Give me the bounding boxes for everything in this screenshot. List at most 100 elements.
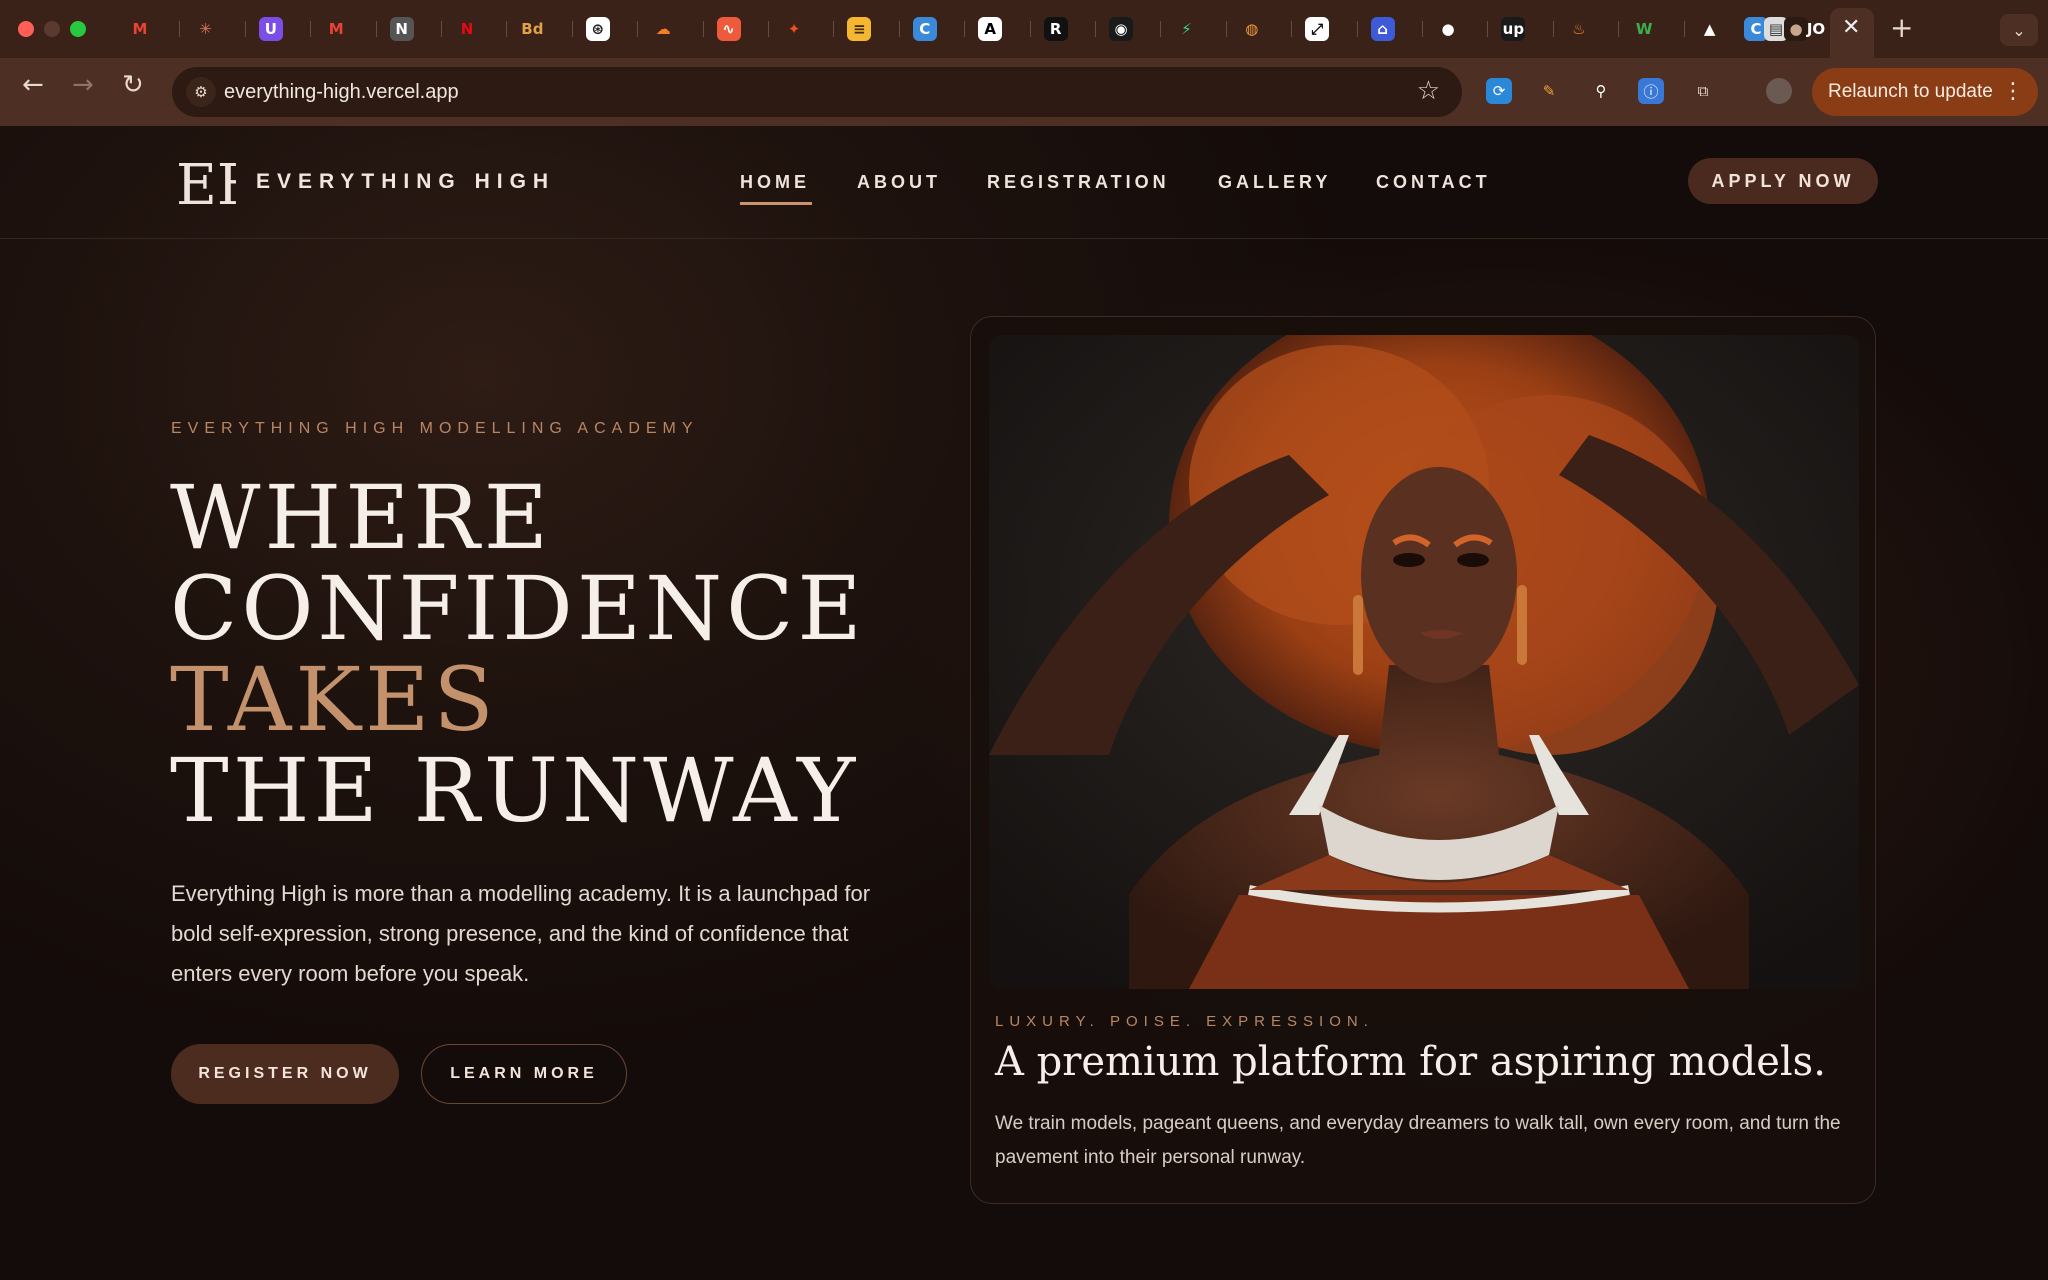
tab-separator — [1160, 21, 1162, 37]
reload-icon[interactable]: ↻ — [122, 72, 144, 98]
headline-line-4: THE RUNWAY — [170, 739, 860, 842]
nav-registration[interactable]: REGISTRATION — [987, 172, 1170, 193]
more-menu-icon[interactable]: ⋮ — [2002, 68, 2024, 116]
relaunch-label: Relaunch to update — [1828, 81, 1993, 102]
gmail-icon[interactable]: M — [324, 17, 348, 41]
globe-icon[interactable]: ◍ — [1240, 17, 1264, 41]
tab-separator — [571, 21, 573, 37]
tab-separator — [1487, 21, 1489, 37]
tab-separator — [1683, 21, 1685, 37]
puzzle-extension-icon[interactable]: ⧉ — [1690, 78, 1716, 104]
nav-contact[interactable]: CONTACT — [1376, 172, 1491, 193]
figma-icon[interactable]: ✦ — [782, 17, 806, 41]
cloudflare-icon[interactable]: ☁ — [651, 17, 675, 41]
tab-separator — [1422, 21, 1423, 37]
analytics-icon[interactable]: ∿ — [716, 17, 741, 41]
info-extension-icon[interactable]: ⓘ — [1638, 78, 1664, 104]
tab-separator — [702, 21, 704, 37]
notion-icon[interactable]: N — [389, 17, 414, 41]
back-arrow-icon[interactable]: ← — [22, 72, 44, 98]
jo-icon[interactable]: JO — [1804, 17, 1828, 41]
translate-extension-icon[interactable]: ⟳ — [1486, 78, 1512, 104]
model-photo — [989, 335, 1859, 989]
nav-active-underline — [740, 202, 812, 205]
pencil-extension-icon[interactable]: ✎ — [1536, 78, 1562, 104]
proton-icon[interactable]: U — [258, 17, 283, 41]
card-description: We train models, pageant queens, and eve… — [995, 1113, 1841, 1168]
new-tab-button[interactable]: + — [1890, 11, 1913, 44]
eyedropper-extension-icon[interactable]: ⚲ — [1588, 78, 1614, 104]
address-bar[interactable]: ⚙ everything-high.vercel.app ☆ — [172, 67, 1462, 117]
tab-separator — [1225, 21, 1227, 37]
tab-separator — [1552, 21, 1554, 37]
model-portrait-illustration — [989, 335, 1859, 989]
learn-more-button[interactable]: LEARN MORE — [421, 1044, 627, 1104]
forward-arrow-icon[interactable]: → — [72, 72, 94, 98]
tab-separator — [637, 21, 639, 37]
site-header: EH EVERYTHING HIGH HOME ABOUT REGISTRATI… — [0, 126, 2048, 239]
headline-accent-line: TAKES — [170, 648, 498, 751]
tab-separator — [179, 21, 181, 37]
tab-separator — [1356, 21, 1358, 37]
bank-icon[interactable]: ⌂ — [1370, 17, 1395, 41]
url-text[interactable]: everything-high.vercel.app — [224, 81, 459, 104]
zapier-icon[interactable]: ⤢ — [1305, 17, 1330, 41]
tab-separator — [1095, 21, 1096, 37]
upwork-icon[interactable]: up — [1501, 17, 1526, 41]
bookmark-star-icon[interactable]: ☆ — [1417, 76, 1440, 106]
netflix-icon[interactable]: N — [455, 17, 479, 41]
register-now-button[interactable]: REGISTER NOW — [171, 1044, 399, 1104]
tab-search-menu[interactable]: ⌄ — [2000, 14, 2038, 46]
nav-about[interactable]: ABOUT — [857, 172, 941, 193]
chatgpt-icon[interactable]: ⊛ — [585, 17, 610, 41]
github-icon[interactable]: ● — [1436, 17, 1460, 41]
vercel-a-icon[interactable]: A — [978, 17, 1003, 41]
tab-separator — [833, 21, 835, 37]
apply-now-button[interactable]: APPLY NOW — [1688, 158, 1878, 204]
close-tab-icon[interactable]: ✕ — [1842, 15, 1860, 40]
tab-separator — [768, 21, 769, 37]
browser-tab-strip: M ✳ U M N N Bd ⊛ ☁ ∿ ✦ ≡ C A R ◉ ⚡ ◍ ⤢ ⌂ ● up ♨ W ▲ C ▤ ● JO ✕ + ⌄ — [0, 0, 2048, 58]
window-minimize-button[interactable] — [44, 21, 60, 37]
card-eyebrow: LUXURY. POISE. EXPRESSION. — [995, 1013, 1374, 1030]
window-close-button[interactable] — [18, 21, 34, 37]
layers-icon[interactable]: ≡ — [847, 17, 872, 41]
r-icon[interactable]: R — [1043, 17, 1068, 41]
brand-name[interactable]: EVERYTHING HIGH — [256, 170, 555, 194]
tab-separator — [375, 21, 377, 37]
tab-separator — [1029, 21, 1031, 37]
nav-home[interactable]: HOME — [740, 172, 810, 193]
supabase-icon[interactable]: ⚡ — [1174, 17, 1198, 41]
hero-description: Everything High is more than a modelling… — [171, 881, 871, 986]
flame-icon[interactable]: ♨ — [1567, 17, 1591, 41]
relaunch-to-update-button[interactable]: Relaunch to update ⋮ — [1812, 68, 2038, 116]
headline-line-1: WHERE — [170, 466, 552, 569]
gmail-icon[interactable]: M — [128, 17, 152, 41]
tab-separator — [310, 21, 312, 37]
spotify-icon[interactable]: ◉ — [1109, 17, 1133, 41]
website-viewport: EH EVERYTHING HIGH HOME ABOUT REGISTRATI… — [0, 126, 2048, 1280]
tab-separator — [898, 21, 900, 37]
window-maximize-button[interactable] — [70, 21, 86, 37]
triangle-icon[interactable]: ▲ — [1698, 17, 1722, 41]
w3-icon[interactable]: W — [1632, 17, 1656, 41]
profile-avatar[interactable] — [1766, 78, 1792, 104]
card-title: A premium platform for aspiring models. — [995, 1039, 1826, 1085]
eh-logo-icon[interactable]: EH — [176, 154, 236, 212]
claude-icon[interactable]: ✳ — [193, 17, 217, 41]
headline-line-2: CONFIDENCE — [170, 557, 866, 660]
bd-icon[interactable]: Bd — [520, 17, 544, 41]
canva-icon[interactable]: C — [912, 17, 937, 41]
hero-headline: WHERE CONFIDENCE TAKES THE RUNWAY — [170, 472, 866, 836]
logo-text: EH — [176, 154, 236, 212]
site-settings-icon[interactable]: ⚙ — [186, 77, 216, 107]
tab-separator — [964, 21, 966, 37]
tab-separator — [441, 21, 442, 37]
chevron-down-icon: ⌄ — [2012, 20, 2026, 40]
tab-separator — [244, 21, 246, 37]
browser-toolbar: ← → ↻ ⚙ everything-high.vercel.app ☆ ⟳ ✎ ⚲… — [0, 58, 2048, 126]
tab-separator — [1291, 21, 1293, 37]
tab-separator — [506, 21, 508, 37]
nav-gallery[interactable]: GALLERY — [1218, 172, 1331, 193]
tab-separator — [1618, 21, 1620, 37]
